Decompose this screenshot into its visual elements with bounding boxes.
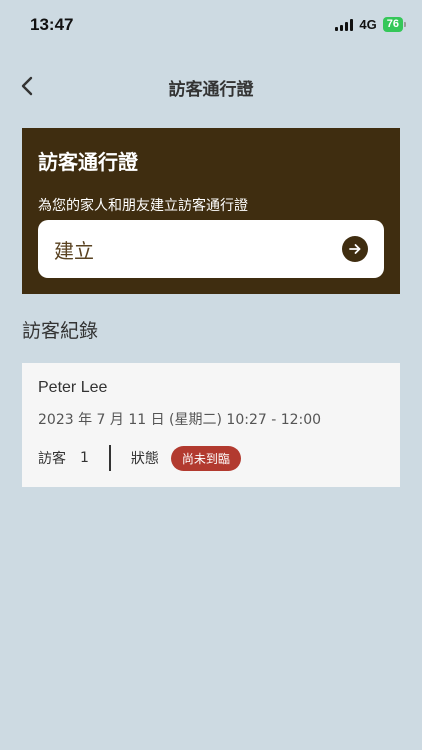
- visitor-count-label: 訪客: [38, 451, 66, 467]
- visitor-record-card[interactable]: Peter Lee 2023 年 7 月 11 日 (星期二) 10:27 - …: [22, 363, 400, 487]
- create-button-label: 建立: [54, 238, 94, 263]
- record-meta: 訪客 1 狀態 尚未到臨: [38, 445, 384, 471]
- create-card-description: 為您的家人和朋友建立訪客通行證: [38, 198, 248, 214]
- visitor-name: Peter Lee: [38, 379, 108, 396]
- signal-icon: [335, 18, 354, 31]
- meta-divider: [108, 445, 111, 471]
- create-card-title: 訪客通行證: [38, 150, 138, 174]
- status-indicators: 4G 76: [335, 17, 406, 32]
- visitor-records-title: 訪客紀錄: [22, 320, 99, 342]
- page-title: 訪客通行證: [168, 80, 254, 100]
- battery-icon: 76: [382, 17, 406, 32]
- network-label: 4G: [359, 17, 377, 32]
- status-bar: 13:47 4G 76: [0, 0, 422, 50]
- visitor-count: 1: [80, 450, 89, 466]
- battery-level: 76: [382, 17, 403, 32]
- status-time: 13:47: [30, 15, 74, 34]
- create-pass-card: 訪客通行證 為您的家人和朋友建立訪客通行證 建立: [22, 128, 400, 294]
- arrow-right-circle-icon: [342, 236, 368, 262]
- create-pass-button[interactable]: 建立: [38, 220, 384, 278]
- status-label: 狀態: [130, 451, 159, 467]
- status-badge: 尚未到臨: [170, 445, 241, 471]
- nav-bar: 訪客通行證: [0, 66, 422, 106]
- visit-datetime: 2023 年 7 月 11 日 (星期二) 10:27 - 12:00: [38, 412, 322, 428]
